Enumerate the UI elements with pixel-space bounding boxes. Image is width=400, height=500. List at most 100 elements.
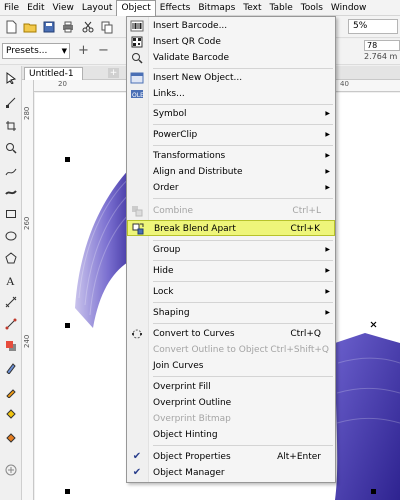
pick-tool[interactable] xyxy=(3,70,19,86)
menu-item-label: Break Blend Apart xyxy=(154,224,236,234)
menu-layout[interactable]: Layout xyxy=(78,0,117,16)
magnifier-icon xyxy=(6,143,17,154)
menu-item-insert-qr-code[interactable]: Insert QR Code xyxy=(127,34,335,50)
presets-dropdown[interactable]: Presets... ▼ xyxy=(2,43,70,59)
new-document-icon xyxy=(6,20,17,34)
menu-item-order[interactable]: Order ▶ xyxy=(127,180,335,196)
interactive-fill-tool[interactable] xyxy=(3,406,19,422)
polygon-icon xyxy=(5,252,17,264)
menu-item-transformations[interactable]: Transformations ▶ xyxy=(127,148,335,164)
menu-table[interactable]: Table xyxy=(265,0,296,16)
crop-tool[interactable] xyxy=(3,118,19,134)
menu-item-powerclip[interactable]: PowerClip ▶ xyxy=(127,127,335,143)
menu-item-align-and-distribute[interactable]: Align and Distribute ▶ xyxy=(127,164,335,180)
menu-item-label: Join Curves xyxy=(153,361,204,371)
checkmark-icon: ✔ xyxy=(132,451,142,462)
menu-item-label: Insert QR Code xyxy=(153,37,221,47)
copy-button[interactable] xyxy=(99,19,115,35)
menu-view[interactable]: View xyxy=(49,0,78,16)
freehand-tool[interactable] xyxy=(3,164,19,180)
selection-handle[interactable] xyxy=(65,157,70,162)
menu-item-label: Object Hinting xyxy=(153,430,218,440)
copy-icon xyxy=(101,21,113,34)
connector-tool[interactable] xyxy=(3,316,19,332)
submenu-arrow-icon: ▶ xyxy=(325,288,330,295)
presets-label: Presets... xyxy=(6,46,48,56)
menu-item-break-blend-apart[interactable]: Break Blend Apart Ctrl+K xyxy=(127,220,335,236)
ellipse-tool[interactable] xyxy=(3,228,19,244)
smart-fill-icon xyxy=(6,433,16,443)
text-tool[interactable]: A xyxy=(3,272,19,288)
ruler-label: 240 xyxy=(23,334,31,348)
fill-bucket-icon xyxy=(6,409,16,419)
menu-item-insert-barcode[interactable]: Insert Barcode... xyxy=(127,18,335,34)
menu-item-lock[interactable]: Lock ▶ xyxy=(127,284,335,300)
menu-item-overprint-bitmap: Overprint Bitmap xyxy=(127,411,335,427)
menu-item-object-hinting[interactable]: Object Hinting xyxy=(127,427,335,443)
menu-item-overprint-fill[interactable]: Overprint Fill xyxy=(127,379,335,395)
add-document-tab-button[interactable]: + xyxy=(108,68,119,78)
object-size-value: 78 xyxy=(367,41,378,50)
ruler-label: 20 xyxy=(58,80,67,88)
menu-item-convert-to-curves[interactable]: Convert to Curves Ctrl+Q xyxy=(127,326,335,342)
menu-tools[interactable]: Tools xyxy=(297,0,327,16)
menu-item-label: Group xyxy=(153,245,181,255)
submenu-arrow-icon: ▶ xyxy=(325,184,330,191)
open-button[interactable] xyxy=(22,19,38,35)
menu-item-overprint-outline[interactable]: Overprint Outline xyxy=(127,395,335,411)
menu-bitmaps[interactable]: Bitmaps xyxy=(194,0,239,16)
rectangle-tool[interactable] xyxy=(3,206,19,222)
menu-text[interactable]: Text xyxy=(239,0,265,16)
menu-item-shaping[interactable]: Shaping ▶ xyxy=(127,305,335,321)
menu-item-label: Insert Barcode... xyxy=(153,21,228,31)
add-preset-icon[interactable]: + xyxy=(78,43,89,59)
zoom-level-combo[interactable]: 5% xyxy=(348,19,398,34)
document-tab[interactable]: Untitled-1 xyxy=(24,67,83,80)
menu-item-label: Align and Distribute xyxy=(153,167,243,177)
menu-item-symbol[interactable]: Symbol ▶ xyxy=(127,106,335,122)
ole-links-icon: OLE xyxy=(130,87,144,101)
cut-button[interactable] xyxy=(80,19,96,35)
drop-shadow-tool[interactable] xyxy=(3,338,19,354)
menu-item-object-properties[interactable]: ✔ Object Properties Alt+Enter xyxy=(127,449,335,465)
menu-edit[interactable]: Edit xyxy=(23,0,48,16)
menu-item-label: Symbol xyxy=(153,109,187,119)
checkmark-icon: ✔ xyxy=(132,467,142,478)
add-tool-button[interactable] xyxy=(3,462,19,478)
selection-handle[interactable] xyxy=(65,489,70,494)
menu-object[interactable]: Object xyxy=(116,0,156,16)
menu-item-insert-new-object[interactable]: Insert New Object... xyxy=(127,70,335,86)
object-size-field[interactable]: 78 xyxy=(364,40,400,51)
selection-handle[interactable] xyxy=(371,489,376,494)
ruler-label: 40 xyxy=(340,80,349,88)
menu-item-hide[interactable]: Hide ▶ xyxy=(127,263,335,279)
menu-item-join-curves[interactable]: Join Curves xyxy=(127,358,335,374)
new-document-button[interactable] xyxy=(3,19,19,35)
eyedropper-tool[interactable] xyxy=(3,384,19,400)
menu-item-combine: Combine Ctrl+L xyxy=(127,203,335,219)
menu-item-links[interactable]: OLE Links... xyxy=(127,86,335,102)
menu-window[interactable]: Window xyxy=(327,0,371,16)
artistic-media-tool[interactable] xyxy=(3,184,19,200)
selection-handle[interactable] xyxy=(65,323,70,328)
polygon-tool[interactable] xyxy=(3,250,19,266)
submenu-arrow-icon: ▶ xyxy=(325,152,330,159)
zoom-tool[interactable] xyxy=(3,140,19,156)
print-button[interactable] xyxy=(60,19,76,35)
pointer-icon xyxy=(6,72,17,84)
menu-item-group[interactable]: Group ▶ xyxy=(127,242,335,258)
remove-preset-icon[interactable]: − xyxy=(98,43,109,59)
save-button[interactable] xyxy=(41,19,57,35)
transparency-tool[interactable] xyxy=(3,360,19,376)
menu-file[interactable]: File xyxy=(0,0,23,16)
menu-effects[interactable]: Effects xyxy=(156,0,195,16)
drop-shadow-icon xyxy=(6,341,16,351)
parallel-dimension-tool[interactable] xyxy=(3,294,19,310)
crop-icon xyxy=(6,121,16,131)
break-apart-icon xyxy=(131,222,145,236)
smart-fill-tool[interactable] xyxy=(3,430,19,446)
ruler-label: 280 xyxy=(23,106,31,120)
menu-item-validate-barcode[interactable]: Validate Barcode xyxy=(127,50,335,66)
shape-tool[interactable] xyxy=(3,94,19,110)
menu-item-object-manager[interactable]: ✔ Object Manager xyxy=(127,465,335,481)
